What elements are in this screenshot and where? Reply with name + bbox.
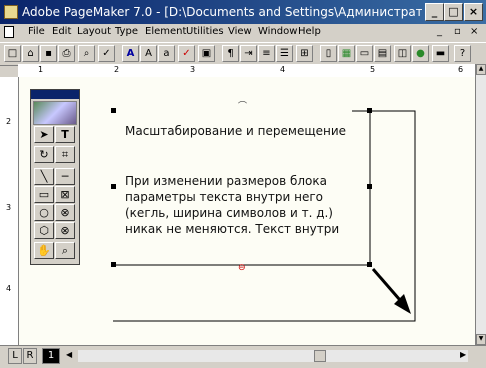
toolbox-preview	[33, 101, 77, 125]
line-tool-icon[interactable]: ╲	[34, 168, 54, 185]
minimize-button[interactable]: _	[425, 3, 444, 21]
hand-tool-icon[interactable]: ✋	[34, 242, 54, 259]
rectangle-tool-icon[interactable]: ▭	[34, 186, 54, 203]
menu-file[interactable]: File	[28, 26, 45, 37]
selection-handle[interactable]	[367, 262, 372, 267]
title-bar: Adobe PageMaker 7.0 - [D:\Documents and …	[0, 0, 486, 24]
left-master-tab[interactable]: L	[8, 348, 22, 364]
size-down-icon[interactable]: a	[158, 45, 175, 62]
ruler-label: 2	[114, 65, 120, 74]
ruler-label: 6	[458, 65, 464, 74]
text-heading: Масштабирование и перемещение	[125, 124, 347, 138]
right-master-tab[interactable]: R	[23, 348, 37, 364]
text-tool-icon[interactable]: T	[55, 126, 75, 143]
ruler-label: 5	[370, 65, 376, 74]
paragraph-icon[interactable]: ¶	[222, 45, 239, 62]
text-line: параметры текста внутри него	[125, 190, 323, 204]
ruler-label: 2	[6, 117, 12, 126]
maximize-button[interactable]: □	[444, 3, 463, 21]
indent-icon[interactable]: ⇥	[240, 45, 257, 62]
menu-help[interactable]: Help	[298, 26, 321, 37]
page-1-tab[interactable]: 1	[42, 348, 60, 364]
selection-handle[interactable]	[111, 184, 116, 189]
pointer-tool-icon[interactable]: ➤	[34, 126, 54, 143]
menu-layout[interactable]: Layout	[77, 26, 111, 37]
selection-handle[interactable]	[111, 108, 116, 113]
find-icon[interactable]: ⌕	[78, 45, 95, 62]
menu-type[interactable]: Type	[115, 26, 138, 37]
view-icon[interactable]: ◫	[394, 45, 411, 62]
selection-handle[interactable]	[111, 262, 116, 267]
ellipse-frame-icon[interactable]: ⊗	[55, 204, 75, 221]
horizontal-ruler: 1 2 3 4 5 6	[18, 64, 475, 78]
toolbox-palette: ➤ T ↻ ⌗ ╲ ─ ▭ ⊠ ○ ⊗ ⬡ ⊗ ✋ ⌕	[30, 89, 80, 265]
polygon-tool-icon[interactable]: ⬡	[34, 222, 54, 239]
top-windowshade-icon[interactable]: ⌒	[238, 99, 247, 112]
scroll-down-icon[interactable]: ▼	[476, 334, 486, 345]
ruler-label: 1	[38, 65, 44, 74]
rect-frame-icon[interactable]: ⊠	[55, 186, 75, 203]
menu-window[interactable]: Window	[258, 26, 297, 37]
list-icon[interactable]: ≡	[258, 45, 275, 62]
page-icon[interactable]: ▯	[320, 45, 337, 62]
selection-handle[interactable]	[367, 184, 372, 189]
constrained-line-icon[interactable]: ─	[55, 168, 75, 185]
menu-view[interactable]: View	[228, 26, 252, 37]
frame-icon[interactable]: ▣	[198, 45, 215, 62]
text-line: (кегль, ширина символов и т. д.)	[125, 206, 333, 220]
help-icon[interactable]: ?	[454, 45, 471, 62]
bottom-bar: L R 1 ◀ ▶	[0, 345, 486, 368]
vertical-scrollbar[interactable]: ▲ ▼	[475, 64, 486, 345]
doc-restore-icon[interactable]: ▫	[454, 26, 461, 37]
layer-icon[interactable]: ▭	[356, 45, 373, 62]
spell-icon[interactable]: ✓	[98, 45, 115, 62]
ruler-label: 3	[6, 203, 12, 212]
table-icon[interactable]: ▤	[374, 45, 391, 62]
text-line: никак не меняются. Текст внутри	[125, 222, 340, 236]
doc-minimize-icon[interactable]: _	[437, 26, 442, 37]
ruler-label: 4	[280, 65, 286, 74]
size-up-icon[interactable]: A	[140, 45, 157, 62]
align-icon[interactable]: ☰	[276, 45, 293, 62]
text-line: При изменении размеров блока	[125, 174, 328, 188]
toolbar: □ ⌂ ▪ ⎙ ⌕ ✓ A A a ✓ ▣ ¶ ⇥ ≡ ☰ ⊞ ▯ ▦ ▭ ▤ …	[0, 42, 486, 66]
scroll-up-icon[interactable]: ▲	[476, 64, 486, 75]
scroll-right-icon[interactable]: ▶	[460, 350, 466, 359]
ruler-label: 3	[190, 65, 196, 74]
document-icon[interactable]	[4, 26, 14, 38]
scroll-left-icon[interactable]: ◀	[66, 350, 72, 359]
menu-utilities[interactable]: Utilities	[186, 26, 224, 37]
menu-bar: File Edit Layout Type Element Utilities …	[0, 24, 486, 41]
window-title: Adobe PageMaker 7.0 - [D:\Documents and …	[22, 5, 422, 19]
color-icon[interactable]: ●	[412, 45, 429, 62]
grid-icon[interactable]: ⊞	[296, 45, 313, 62]
export-icon[interactable]: ▬	[432, 45, 449, 62]
document-canvas[interactable]: ⌒ ⊖ Масштабирование и перемещение При из…	[19, 77, 475, 345]
scroll-thumb[interactable]	[314, 350, 326, 362]
crop-tool-icon[interactable]: ⌗	[55, 146, 75, 163]
close-button[interactable]: ×	[464, 3, 483, 21]
vertical-ruler: 2 3 4	[0, 77, 19, 345]
polygon-frame-icon[interactable]: ⊗	[55, 222, 75, 239]
zoom-tool-icon[interactable]: ⌕	[55, 242, 75, 259]
bottom-windowshade-icon[interactable]: ⊖	[238, 263, 246, 273]
toolbox-titlebar[interactable]	[31, 90, 79, 99]
selection-handle[interactable]	[367, 108, 372, 113]
font-icon[interactable]: A	[122, 45, 139, 62]
image-icon[interactable]: ▦	[338, 45, 355, 62]
rotate-tool-icon[interactable]: ↻	[34, 146, 54, 163]
ellipse-tool-icon[interactable]: ○	[34, 204, 54, 221]
print-icon[interactable]: ⎙	[58, 45, 75, 62]
doc-close-icon[interactable]: ×	[470, 26, 478, 37]
open-icon[interactable]: ⌂	[22, 45, 39, 62]
menu-element[interactable]: Element	[145, 26, 186, 37]
ruler-label: 4	[6, 284, 12, 293]
save-icon[interactable]: ▪	[40, 45, 57, 62]
check-icon[interactable]: ✓	[178, 45, 195, 62]
horizontal-scrollbar[interactable]	[78, 350, 468, 362]
menu-edit[interactable]: Edit	[52, 26, 71, 37]
app-icon[interactable]	[4, 5, 18, 19]
new-icon[interactable]: □	[4, 45, 21, 62]
